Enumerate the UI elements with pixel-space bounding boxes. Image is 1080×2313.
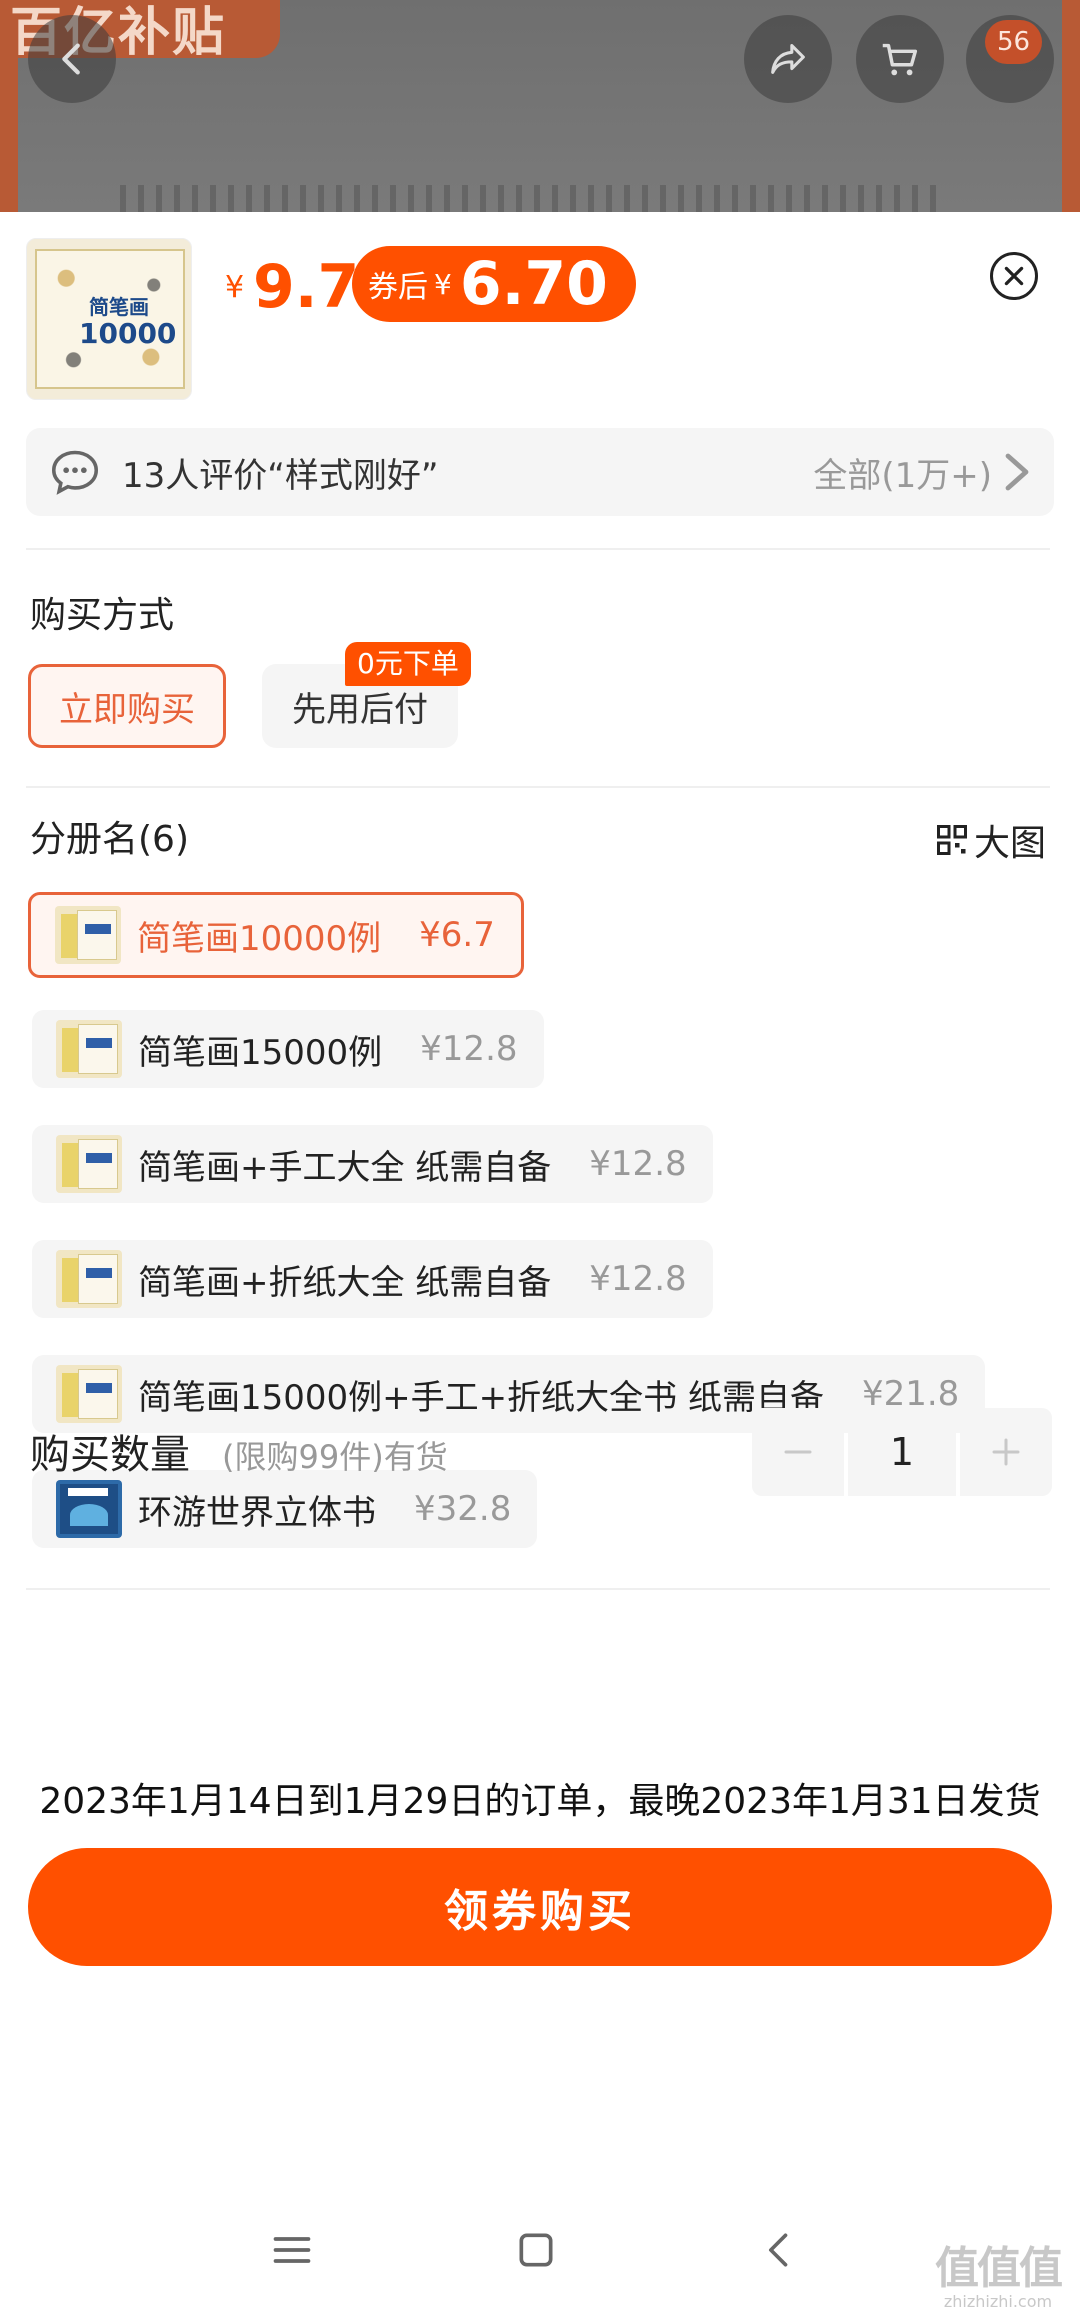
quantity-value[interactable]: 1 xyxy=(848,1408,956,1496)
volume-option[interactable]: 简笔画+手工大全 纸需自备 ¥12.8 xyxy=(32,1125,713,1203)
grid-icon xyxy=(937,825,967,855)
volume-thumbnail xyxy=(56,1250,122,1308)
menu-icon xyxy=(273,2237,311,2263)
volume-price: ¥12.8 xyxy=(420,1029,518,1069)
price: 9.7 xyxy=(253,252,360,322)
volume-name: 简笔画15000例+手工+折纸大全书 纸需自备 xyxy=(138,1377,824,1418)
coupon-price-badge: 券后 ¥ 6.70 xyxy=(352,246,636,322)
share-icon xyxy=(771,44,805,74)
volume-thumbnail xyxy=(56,1365,122,1423)
product-image-peek xyxy=(120,185,940,212)
volume-name: 简笔画10000例 xyxy=(137,918,382,959)
decrement-button[interactable] xyxy=(752,1408,844,1496)
price-currency: ¥ xyxy=(225,270,245,305)
cart-count-badge: 56 xyxy=(985,20,1043,64)
volume-thumbnail xyxy=(56,1135,122,1193)
back-nav-button[interactable] xyxy=(752,2222,808,2278)
back-icon xyxy=(62,43,80,75)
chevron-right-icon xyxy=(1005,453,1029,491)
volume-thumbnail xyxy=(55,906,121,964)
volume-title: 分册名(6) xyxy=(30,819,189,860)
share-button[interactable] xyxy=(744,15,832,103)
big-image-toggle[interactable]: 大图 xyxy=(934,814,1046,866)
product-cover: 简笔画 10000 xyxy=(35,249,185,389)
big-image-label: 大图 xyxy=(974,823,1047,864)
menu-nav-button[interactable] xyxy=(264,2222,320,2278)
coupon-currency: ¥ xyxy=(434,267,452,301)
watermark: 值值值 zhizhizhi.com xyxy=(928,2232,1068,2311)
product-header-backdrop: 百亿补贴 56 xyxy=(0,0,1080,212)
cart-button[interactable] xyxy=(856,15,944,103)
volume-option[interactable]: 简笔画10000例 ¥6.7 xyxy=(28,892,524,978)
volume-name: 简笔画+手工大全 纸需自备 xyxy=(138,1147,552,1188)
volume-price: ¥6.7 xyxy=(419,915,495,955)
purchase-method-title: 购买方式 xyxy=(30,595,175,636)
cover-title: 简笔画 xyxy=(89,295,149,319)
quantity-hint: (限购99件)有货 xyxy=(222,1438,448,1476)
plus-icon xyxy=(992,1438,1020,1466)
close-button[interactable] xyxy=(990,252,1038,300)
divider xyxy=(26,1588,1050,1590)
volume-name: 环游世界立体书 xyxy=(138,1492,376,1533)
home-nav-button[interactable] xyxy=(508,2222,564,2278)
cart-icon xyxy=(882,43,918,76)
volume-price: ¥12.8 xyxy=(589,1259,687,1299)
volume-name: 简笔画+折纸大全 纸需自备 xyxy=(138,1262,552,1303)
divider xyxy=(26,786,1050,788)
product-thumbnail[interactable]: 简笔画 10000 xyxy=(26,238,192,400)
back-button[interactable] xyxy=(28,15,116,103)
volume-price: ¥12.8 xyxy=(589,1144,687,1184)
page: 百亿补贴 56 简笔画 10000 ¥ 9.7 券后 ¥ 6.70 13人评价“… xyxy=(0,0,1080,2313)
volume-option[interactable]: 环游世界立体书 ¥32.8 xyxy=(32,1470,538,1548)
close-icon xyxy=(1004,266,1024,286)
volume-price: ¥32.8 xyxy=(414,1489,512,1529)
back-chevron-icon xyxy=(769,2233,788,2267)
review-snippet: 13人评价“样式刚好” xyxy=(122,455,439,496)
volume-option[interactable]: 简笔画15000例 ¥12.8 xyxy=(32,1010,544,1088)
coupon-price: 6.70 xyxy=(459,249,608,319)
quantity-title: 购买数量 xyxy=(30,1432,190,1478)
volume-thumbnail xyxy=(56,1020,122,1078)
divider xyxy=(26,548,1050,550)
volume-name: 简笔画15000例 xyxy=(138,1032,383,1073)
buy-now-option[interactable]: 立即购买 xyxy=(28,664,226,748)
cover-number: 10000 xyxy=(79,317,177,350)
watermark-url: zhizhizhi.com xyxy=(943,2292,1053,2311)
chat-bubble-icon xyxy=(51,450,99,495)
system-nav-bar xyxy=(0,2186,1080,2313)
claim-coupon-buy-button[interactable]: 领券购买 xyxy=(28,1848,1052,1966)
watermark-logo: 值值值 xyxy=(935,2243,1063,2294)
minus-icon xyxy=(784,1450,812,1454)
quantity-stepper: 1 xyxy=(752,1408,1052,1496)
home-square-icon xyxy=(519,2233,553,2267)
header-frame-right xyxy=(1062,0,1080,212)
all-reviews-link[interactable]: 全部(1万+) xyxy=(813,448,992,497)
volume-option[interactable]: 简笔画+折纸大全 纸需自备 ¥12.8 xyxy=(32,1240,713,1318)
review-summary-bar[interactable]: 13人评价“样式刚好” 全部(1万+) xyxy=(26,428,1054,516)
increment-button[interactable] xyxy=(960,1408,1052,1496)
volume-thumbnail xyxy=(56,1480,122,1538)
delivery-note: 2023年1月14日到1月29日的订单，最晚2023年1月31日发货 xyxy=(39,1781,1041,1822)
sku-selector-sheet: 简笔画 10000 ¥ 9.7 券后 ¥ 6.70 13人评价“样式刚好” 全部… xyxy=(0,212,1080,2313)
coupon-label: 券后 xyxy=(368,270,428,305)
zero-down-badge: 0元下单 xyxy=(345,642,471,686)
